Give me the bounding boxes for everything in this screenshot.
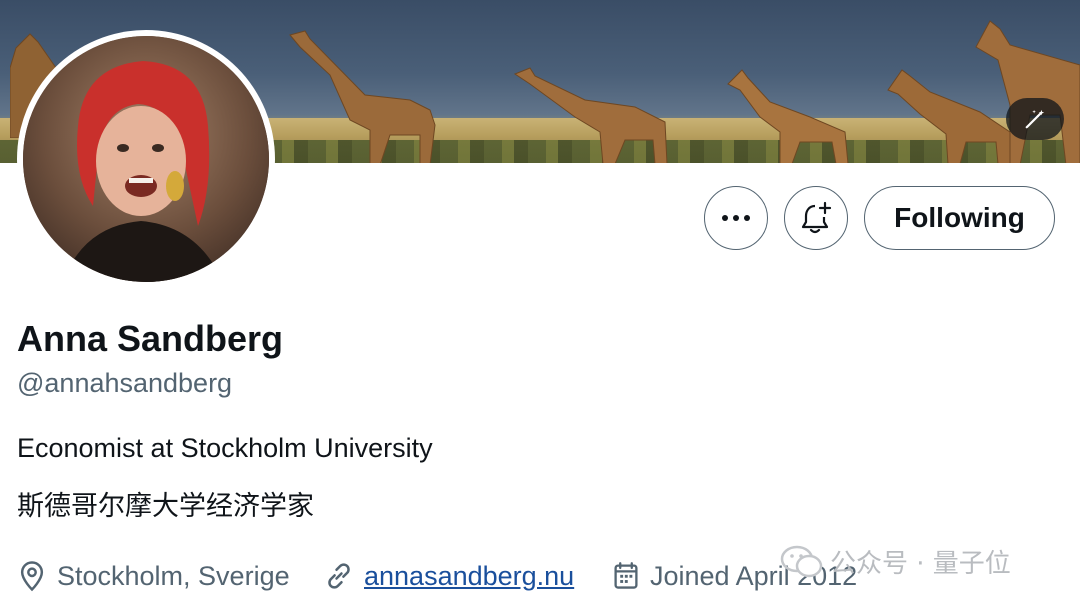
giraffe-image xyxy=(727,69,849,163)
bell-plus-icon xyxy=(801,201,832,234)
more-dots-icon xyxy=(722,215,750,221)
giraffe-image xyxy=(289,30,436,163)
location-pin-icon xyxy=(20,561,44,592)
location-text: Stockholm, Sverige xyxy=(57,560,290,591)
profile-location: Stockholm, Sverige xyxy=(17,556,290,596)
magic-wand-icon xyxy=(1025,109,1045,129)
profile-website[interactable]: annasandberg.nu xyxy=(324,556,574,596)
avatar-photo xyxy=(23,36,269,282)
profile-handle: @annahsandberg xyxy=(17,368,233,398)
giraffe-image xyxy=(975,20,1080,163)
following-button[interactable]: Following xyxy=(864,186,1055,250)
banner-magic-button[interactable] xyxy=(1006,98,1064,140)
wechat-icon xyxy=(780,545,823,577)
calendar-icon xyxy=(614,562,638,589)
notify-button[interactable] xyxy=(784,186,848,250)
avatar[interactable] xyxy=(23,36,269,282)
website-link[interactable]: annasandberg.nu xyxy=(364,561,574,592)
profile-bio-line-1: Economist at Stockholm University xyxy=(17,433,433,463)
profile-bio-line-2: 斯德哥尔摩大学经济学家 xyxy=(17,491,314,522)
watermark: 公众号 · 量子位 xyxy=(780,543,1011,580)
giraffe-image xyxy=(513,67,668,163)
watermark-text: 公众号 · 量子位 xyxy=(830,549,1011,579)
link-icon xyxy=(328,563,350,589)
more-options-button[interactable] xyxy=(704,186,768,250)
profile-name: Anna Sandberg xyxy=(17,318,284,359)
